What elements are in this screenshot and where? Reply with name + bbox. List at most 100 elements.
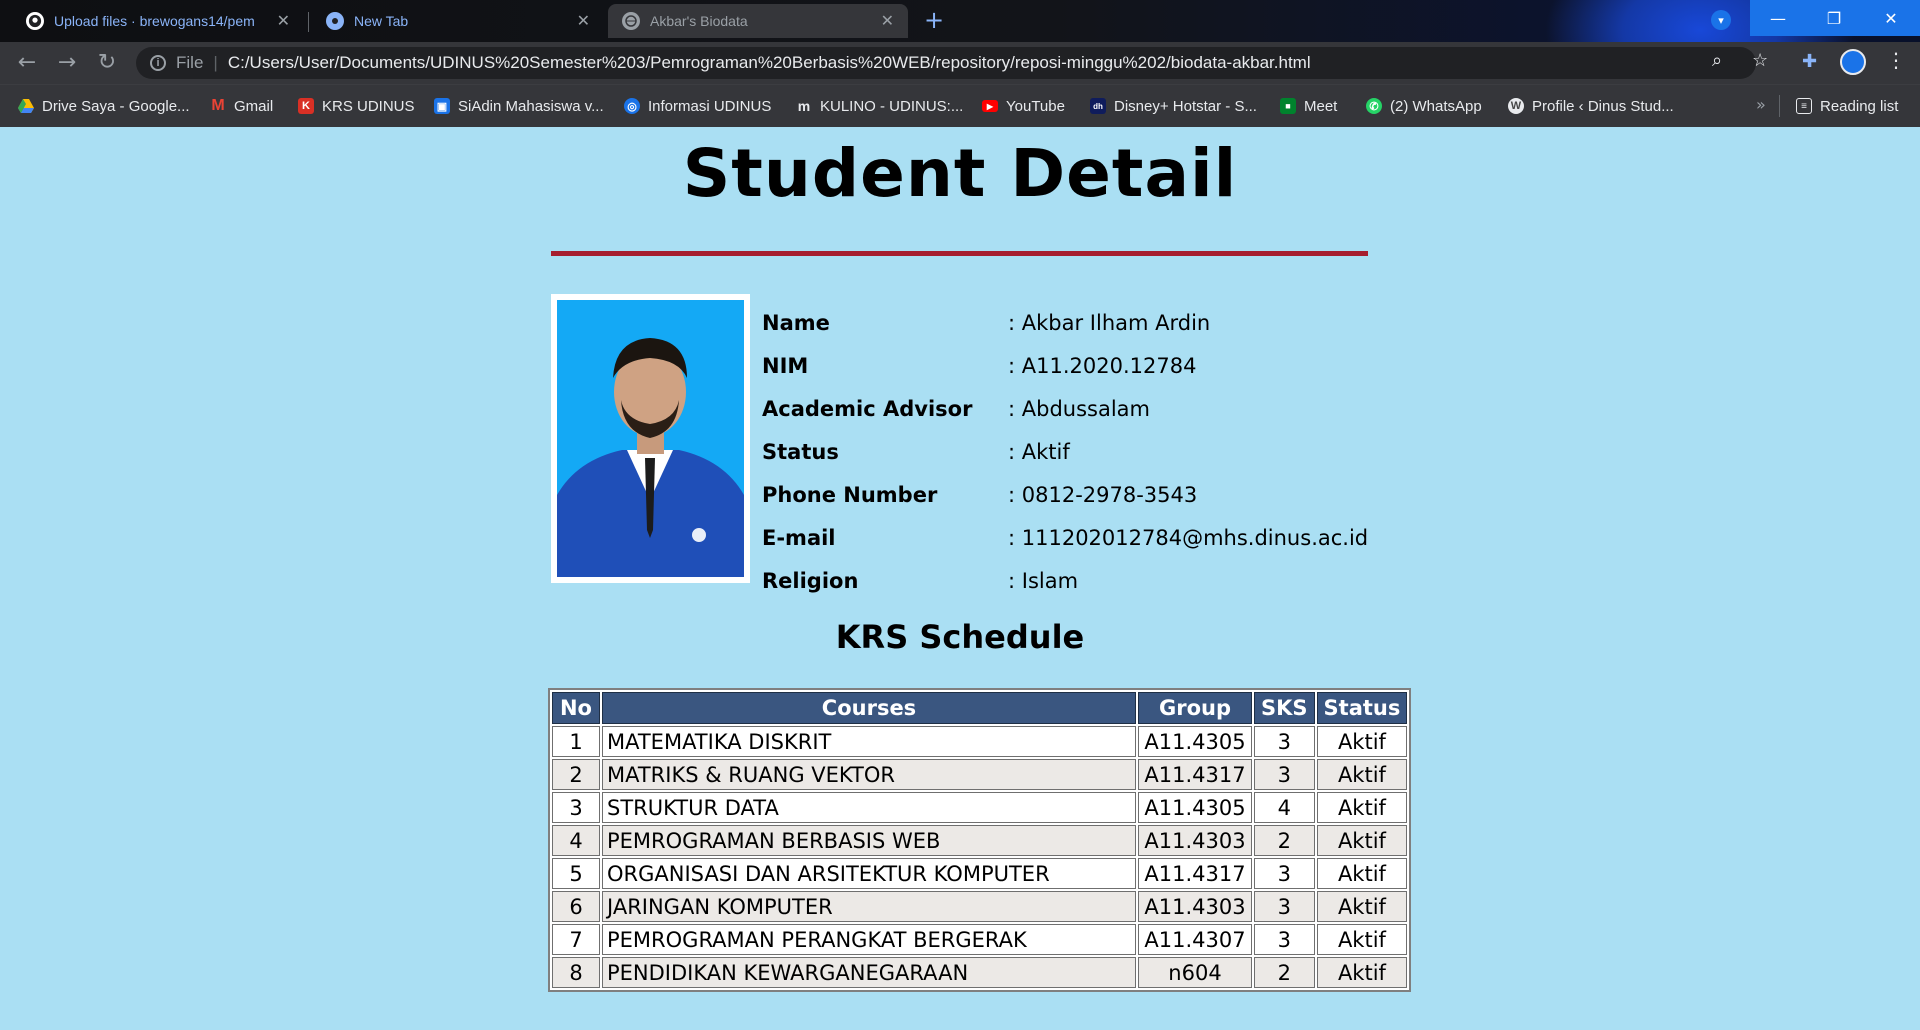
cell-no: 8 [552,957,600,988]
student-photo-image [557,300,744,577]
bookmark-profile-dinus[interactable]: W Profile ‹ Dinus Stud... [1508,93,1674,119]
cell-course: JARINGAN KOMPUTER [602,891,1136,922]
bookmark-label: Profile ‹ Dinus Stud... [1532,97,1674,115]
krs-table: No Courses Group SKS Status 1 MATEMATIKA… [548,688,1412,992]
tab-akbars-biodata[interactable]: Akbar's Biodata ✕ [608,4,908,38]
column-header-group: Group [1138,692,1252,724]
bookmark-youtube[interactable]: ▶ YouTube [982,93,1065,119]
info-icon[interactable]: i [150,55,166,71]
cell-status: Aktif [1316,825,1408,856]
star-icon[interactable]: ☆ [1752,50,1768,71]
cell-status: Aktif [1316,891,1408,922]
cell-status: Aktif [1316,759,1408,790]
close-icon[interactable]: ✕ [881,11,894,31]
bookmark-siadin[interactable]: ▣ SiAdin Mahasiswa v... [434,93,604,119]
restore-icon[interactable]: ❐ [1806,0,1862,36]
bookmark-meet[interactable]: ■ Meet [1280,93,1337,119]
tab-new-tab[interactable]: New Tab ✕ [312,4,604,38]
table-row: 8 PENDIDIKAN KEWARGANEGARAAN n604 2 Akti… [552,957,1408,988]
info-label: Phone Number [762,482,938,507]
url-text[interactable]: C:/Users/User/Documents/UDINUS%20Semeste… [228,53,1311,73]
cell-course: MATEMATIKA DISKRIT [602,726,1136,757]
bookmark-kulino[interactable]: m KULINO - UDINUS:... [796,93,964,119]
cell-group: A11.4303 [1138,891,1252,922]
table-header-row: No Courses Group SKS Status [552,692,1408,724]
cell-sks: 3 [1254,858,1315,889]
cell-no: 7 [552,924,600,955]
globe-icon: ◎ [624,98,640,114]
cell-group: A11.4317 [1138,858,1252,889]
wordpress-icon: W [1508,98,1524,114]
avatar[interactable] [1840,49,1866,75]
cell-no: 6 [552,891,600,922]
bookmark-label: (2) WhatsApp [1390,97,1482,115]
cell-course: ORGANISASI DAN ARSITEKTUR KOMPUTER [602,858,1136,889]
bookmark-gmail[interactable]: M Gmail [210,93,273,119]
close-icon[interactable]: ✕ [577,11,590,31]
bookmark-hotstar[interactable]: dh Disney+ Hotstar - S... [1090,93,1257,119]
info-value: : Akbar Ilham Ardin [1008,310,1211,335]
info-row-name: Name : Akbar Ilham Ardin [762,301,1368,344]
bookmark-label: Drive Saya - Google... [42,97,190,115]
cell-status: Aktif [1316,792,1408,823]
new-tab-icon[interactable]: + [924,6,944,34]
page-title: Student Detail [682,135,1238,212]
info-row-status: Status : Aktif [762,430,1368,473]
cell-sks: 3 [1254,726,1315,757]
column-header-courses: Courses [602,692,1136,724]
info-value: : Aktif [1008,439,1070,464]
browser-chrome: Upload files · brewogans14/pem ✕ New Tab… [0,0,1920,127]
whatsapp-icon: ✆ [1366,98,1382,114]
bookmarks-bar: Drive Saya - Google... M Gmail K KRS UDI… [0,84,1920,127]
cell-sks: 3 [1254,924,1315,955]
address-bar[interactable]: i File | C:/Users/User/Documents/UDINUS%… [136,47,1756,79]
forward-icon[interactable]: → [52,50,82,76]
k-icon: K [298,98,314,114]
info-row-phone-number: Phone Number : 0812-2978-3543 [762,473,1368,516]
bookmark-krs-udinus[interactable]: K KRS UDINUS [298,93,415,119]
tab-title: New Tab [354,13,409,29]
cell-status: Aktif [1316,858,1408,889]
close-icon[interactable]: ✕ [277,11,290,31]
cell-group: A11.4317 [1138,759,1252,790]
tab-upload-files[interactable]: Upload files · brewogans14/pem ✕ [12,4,304,38]
info-row-religion: Religion : Islam [762,559,1368,602]
info-value: : 111202012784@mhs.dinus.ac.id [1008,525,1369,550]
cell-group: A11.4303 [1138,825,1252,856]
table-row: 5 ORGANISASI DAN ARSITEKTUR KOMPUTER A11… [552,858,1408,889]
table-row: 6 JARINGAN KOMPUTER A11.4303 3 Aktif [552,891,1408,922]
cell-sks: 2 [1254,957,1315,988]
page-content: Student Detail Name : Akbar Ilham Ardin … [0,127,1920,1030]
cell-group: A11.4305 [1138,792,1252,823]
more-bookmarks-icon[interactable]: » [1756,95,1766,114]
bookmark-whatsapp[interactable]: ✆ (2) WhatsApp [1366,93,1482,119]
bookmark-drive[interactable]: Drive Saya - Google... [18,93,190,119]
minimize-icon[interactable]: — [1750,0,1806,36]
back-icon[interactable]: ← [12,50,42,76]
info-value: : Abdussalam [1008,396,1150,421]
drive-icon [18,98,34,114]
reload-icon[interactable]: ↻ [92,50,122,76]
cell-no: 3 [552,792,600,823]
cell-no: 2 [552,759,600,790]
bookmark-label: Informasi UDINUS [648,97,772,115]
bookmark-label: YouTube [1006,97,1065,115]
menu-icon[interactable]: ⋮ [1886,48,1906,72]
siadin-icon: ▣ [434,98,450,114]
table-row: 4 PEMROGRAMAN BERBASIS WEB A11.4303 2 Ak… [552,825,1408,856]
cell-course: PENDIDIKAN KEWARGANEGARAAN [602,957,1136,988]
bookmark-label: KULINO - UDINUS:... [820,97,964,115]
gmail-icon: M [211,97,225,114]
cell-no: 5 [552,858,600,889]
reading-list-button[interactable]: ≡ Reading list [1796,93,1898,119]
zoom-icon[interactable]: ⌕ [1712,50,1722,71]
table-row: 7 PEMROGRAMAN PERANGKAT BERGERAK A11.430… [552,924,1408,955]
download-icon[interactable]: ▾ [1711,10,1731,30]
info-row-academic-advisor: Academic Advisor : Abdussalam [762,387,1368,430]
info-value: : 0812-2978-3543 [1008,482,1198,507]
bookmark-informasi-udinus[interactable]: ◎ Informasi UDINUS [624,93,771,119]
extensions-icon[interactable]: ✚ [1802,51,1817,72]
info-label: Name [762,310,830,335]
close-window-icon[interactable]: ✕ [1862,0,1920,36]
info-label: Status [762,439,839,464]
